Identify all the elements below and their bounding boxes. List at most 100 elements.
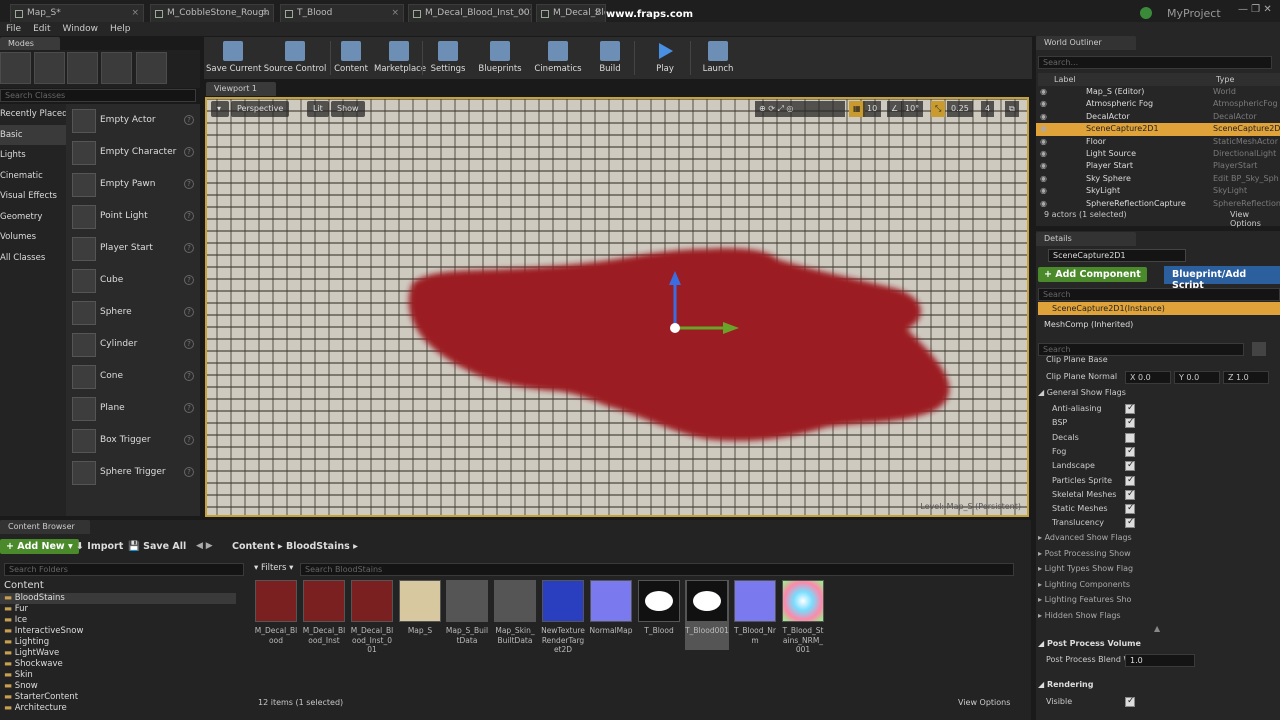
visibility-eye-icon[interactable]: ◉ — [1040, 185, 1047, 197]
scale-snap-value[interactable]: 0.25 — [947, 101, 973, 117]
place-mode-icon[interactable] — [0, 52, 31, 84]
visibility-eye-icon[interactable]: ◉ — [1040, 111, 1047, 123]
show-flag-checkbox[interactable] — [1125, 446, 1135, 457]
category-item[interactable]: Volumes — [0, 227, 66, 248]
clip-normal-z[interactable]: Z 1.0 — [1223, 371, 1269, 384]
toolbar-save-button[interactable]: Save Current — [206, 37, 262, 79]
visibility-eye-icon[interactable]: ◉ — [1040, 173, 1047, 185]
outliner-row[interactable]: ◉ SphereReflectionCapture SphereReflection… — [1036, 198, 1280, 210]
asset-tile[interactable]: M_Decal_Blood_Inst — [302, 580, 346, 645]
collapsed-section[interactable]: ▸ Advanced Show Flags — [1038, 531, 1280, 545]
toolbar-launch-button[interactable]: Launch — [698, 37, 738, 79]
collapsed-section[interactable]: ▸ Hidden Show Flags — [1038, 609, 1280, 623]
folder-item[interactable]: Content — [0, 580, 236, 593]
gizmo-center[interactable] — [670, 323, 680, 333]
placeable-item[interactable]: Empty Actor? — [66, 104, 200, 136]
outliner-row[interactable]: ◉ Floor StaticMeshActor — [1036, 136, 1280, 148]
scale-snap-icon[interactable]: ⤡ — [931, 101, 946, 117]
tab-content-browser[interactable]: Content Browser — [0, 520, 90, 534]
asset-tile[interactable]: NewTextureRenderTarget2D — [541, 580, 585, 655]
help-icon[interactable]: ? — [184, 307, 194, 317]
filters-button[interactable]: ▾ Filters ▾ — [254, 563, 293, 573]
path-breadcrumb[interactable]: Content ▸ BloodStains ▸ — [232, 541, 358, 552]
show-flag-checkbox[interactable] — [1125, 403, 1135, 414]
close-icon[interactable]: × — [261, 8, 269, 18]
outliner-row[interactable]: ◉ SkyLight SkyLight — [1036, 185, 1280, 197]
import-button[interactable]: ⬇ Import — [76, 541, 123, 552]
placeable-item[interactable]: Sphere? — [66, 296, 200, 328]
show-flag-checkbox[interactable] — [1125, 460, 1135, 472]
category-item[interactable]: Recently Placed — [0, 104, 67, 125]
placeable-item[interactable]: Box Trigger? — [66, 424, 200, 456]
col-label[interactable]: Label — [1054, 73, 1076, 86]
collapse-icon[interactable]: ▲ — [1154, 624, 1160, 633]
perspective-button[interactable]: Perspective — [231, 101, 290, 117]
menu-item[interactable]: Help — [110, 24, 131, 34]
toolbar-play-button[interactable]: Play — [648, 37, 682, 79]
collapsed-section[interactable]: ▸ Post Processing Show — [1038, 547, 1280, 561]
visible-checkbox[interactable] — [1125, 696, 1135, 707]
asset-tile[interactable]: M_Decal_Blood — [254, 580, 298, 645]
blend-weight-input[interactable]: 1.0 — [1125, 654, 1195, 667]
history-nav[interactable]: ◀ ▶ — [196, 541, 213, 551]
category-item[interactable]: Cinematic — [0, 166, 66, 187]
toolbar-blueprints-button[interactable]: Blueprints — [476, 37, 524, 79]
transform-tools[interactable]: ⊕ ⟳ ⤢ ◎ — [755, 101, 845, 117]
clip-normal-x[interactable]: X 0.0 — [1125, 371, 1171, 384]
category-item[interactable]: Lights — [0, 145, 66, 166]
show-flag-checkbox[interactable] — [1125, 417, 1135, 429]
outliner-row[interactable]: ◉ Player Start PlayerStart — [1036, 160, 1280, 172]
placeable-item[interactable]: Point Light? — [66, 200, 200, 232]
visibility-eye-icon[interactable]: ◉ — [1040, 123, 1047, 135]
collapsed-section[interactable]: ▸ Lighting Components — [1038, 578, 1280, 592]
actor-name-field[interactable]: SceneCapture2D1 — [1048, 249, 1186, 262]
asset-tile[interactable]: Map_Skin_BuiltData — [493, 580, 537, 645]
source-control-icon[interactable] — [1140, 7, 1152, 19]
viewport[interactable]: ▾ Perspective Lit Show ⊕ ⟳ ⤢ ◎ ▦ 10 ∠ 10… — [205, 97, 1029, 517]
blueprint-add-script-button[interactable]: Blueprint/Add Script — [1164, 266, 1280, 291]
doc-tab[interactable]: M_CobbleStone_Rough × — [150, 4, 274, 22]
menu-item[interactable]: File — [6, 24, 21, 34]
folder-item[interactable]: ▬ Shockwave — [0, 659, 236, 670]
outliner-row[interactable]: ◉ Atmospheric Fog AtmosphericFog — [1036, 98, 1280, 110]
tab-world-outliner[interactable]: World Outliner — [1036, 36, 1136, 50]
placeable-item[interactable]: Cube? — [66, 264, 200, 296]
outliner-row[interactable]: ◉ Light Source DirectionalLight — [1036, 148, 1280, 160]
rot-snap-value[interactable]: 10° — [901, 101, 924, 117]
placeable-item[interactable]: Cylinder? — [66, 328, 200, 360]
folder-item[interactable]: ▬ LightWave — [0, 648, 236, 659]
clip-normal-y[interactable]: Y 0.0 — [1174, 371, 1220, 384]
help-icon[interactable]: ? — [184, 211, 194, 221]
help-icon[interactable]: ? — [184, 435, 194, 445]
folder-item[interactable]: ▬ Architecture — [0, 703, 236, 714]
doc-tab[interactable]: Map_S* × — [10, 4, 144, 22]
folder-item[interactable]: ▬ Skin — [0, 670, 236, 681]
help-icon[interactable]: ? — [184, 243, 194, 253]
save-all-button[interactable]: 💾 Save All — [128, 541, 186, 552]
placeable-item[interactable]: Player Start? — [66, 232, 200, 264]
close-icon[interactable]: × — [391, 8, 399, 18]
asset-tile[interactable]: T_Blood_Nrm — [733, 580, 777, 645]
post-process-volume-header[interactable]: ◢ Post Process Volume — [1038, 637, 1280, 651]
asset-tile[interactable]: T_Blood001 — [685, 580, 729, 650]
placeable-item[interactable]: Sphere Trigger? — [66, 456, 200, 488]
grid-snap-value[interactable]: 10 — [863, 101, 882, 117]
outliner-view-options[interactable]: View Options — [1230, 210, 1280, 228]
asset-tile[interactable]: T_Blood_Stains_NRM_001 — [781, 580, 825, 655]
category-item[interactable]: Visual Effects — [0, 186, 66, 207]
window-controls[interactable]: — ❐ ✕ — [1238, 4, 1272, 15]
category-item[interactable]: Basic — [0, 124, 66, 145]
toolbar-content-button[interactable]: Content — [334, 37, 368, 79]
category-item[interactable]: All Classes — [0, 248, 66, 269]
placeable-item[interactable]: Empty Character? — [66, 136, 200, 168]
search-classes-input[interactable]: Search Classes — [0, 89, 196, 102]
help-icon[interactable]: ? — [184, 467, 194, 477]
help-icon[interactable]: ? — [184, 275, 194, 285]
instance-row[interactable]: SceneCapture2D1(Instance) — [1038, 302, 1280, 315]
asset-tile[interactable]: NormalMap — [589, 580, 633, 636]
viewport-menu-button[interactable]: ▾ — [211, 101, 229, 117]
asset-tile[interactable]: T_Blood — [637, 580, 681, 636]
visibility-eye-icon[interactable]: ◉ — [1040, 198, 1047, 210]
col-type[interactable]: Type — [1216, 73, 1234, 86]
outliner-row[interactable]: ◉ Sky Sphere Edit BP_Sky_Sph — [1036, 173, 1280, 185]
